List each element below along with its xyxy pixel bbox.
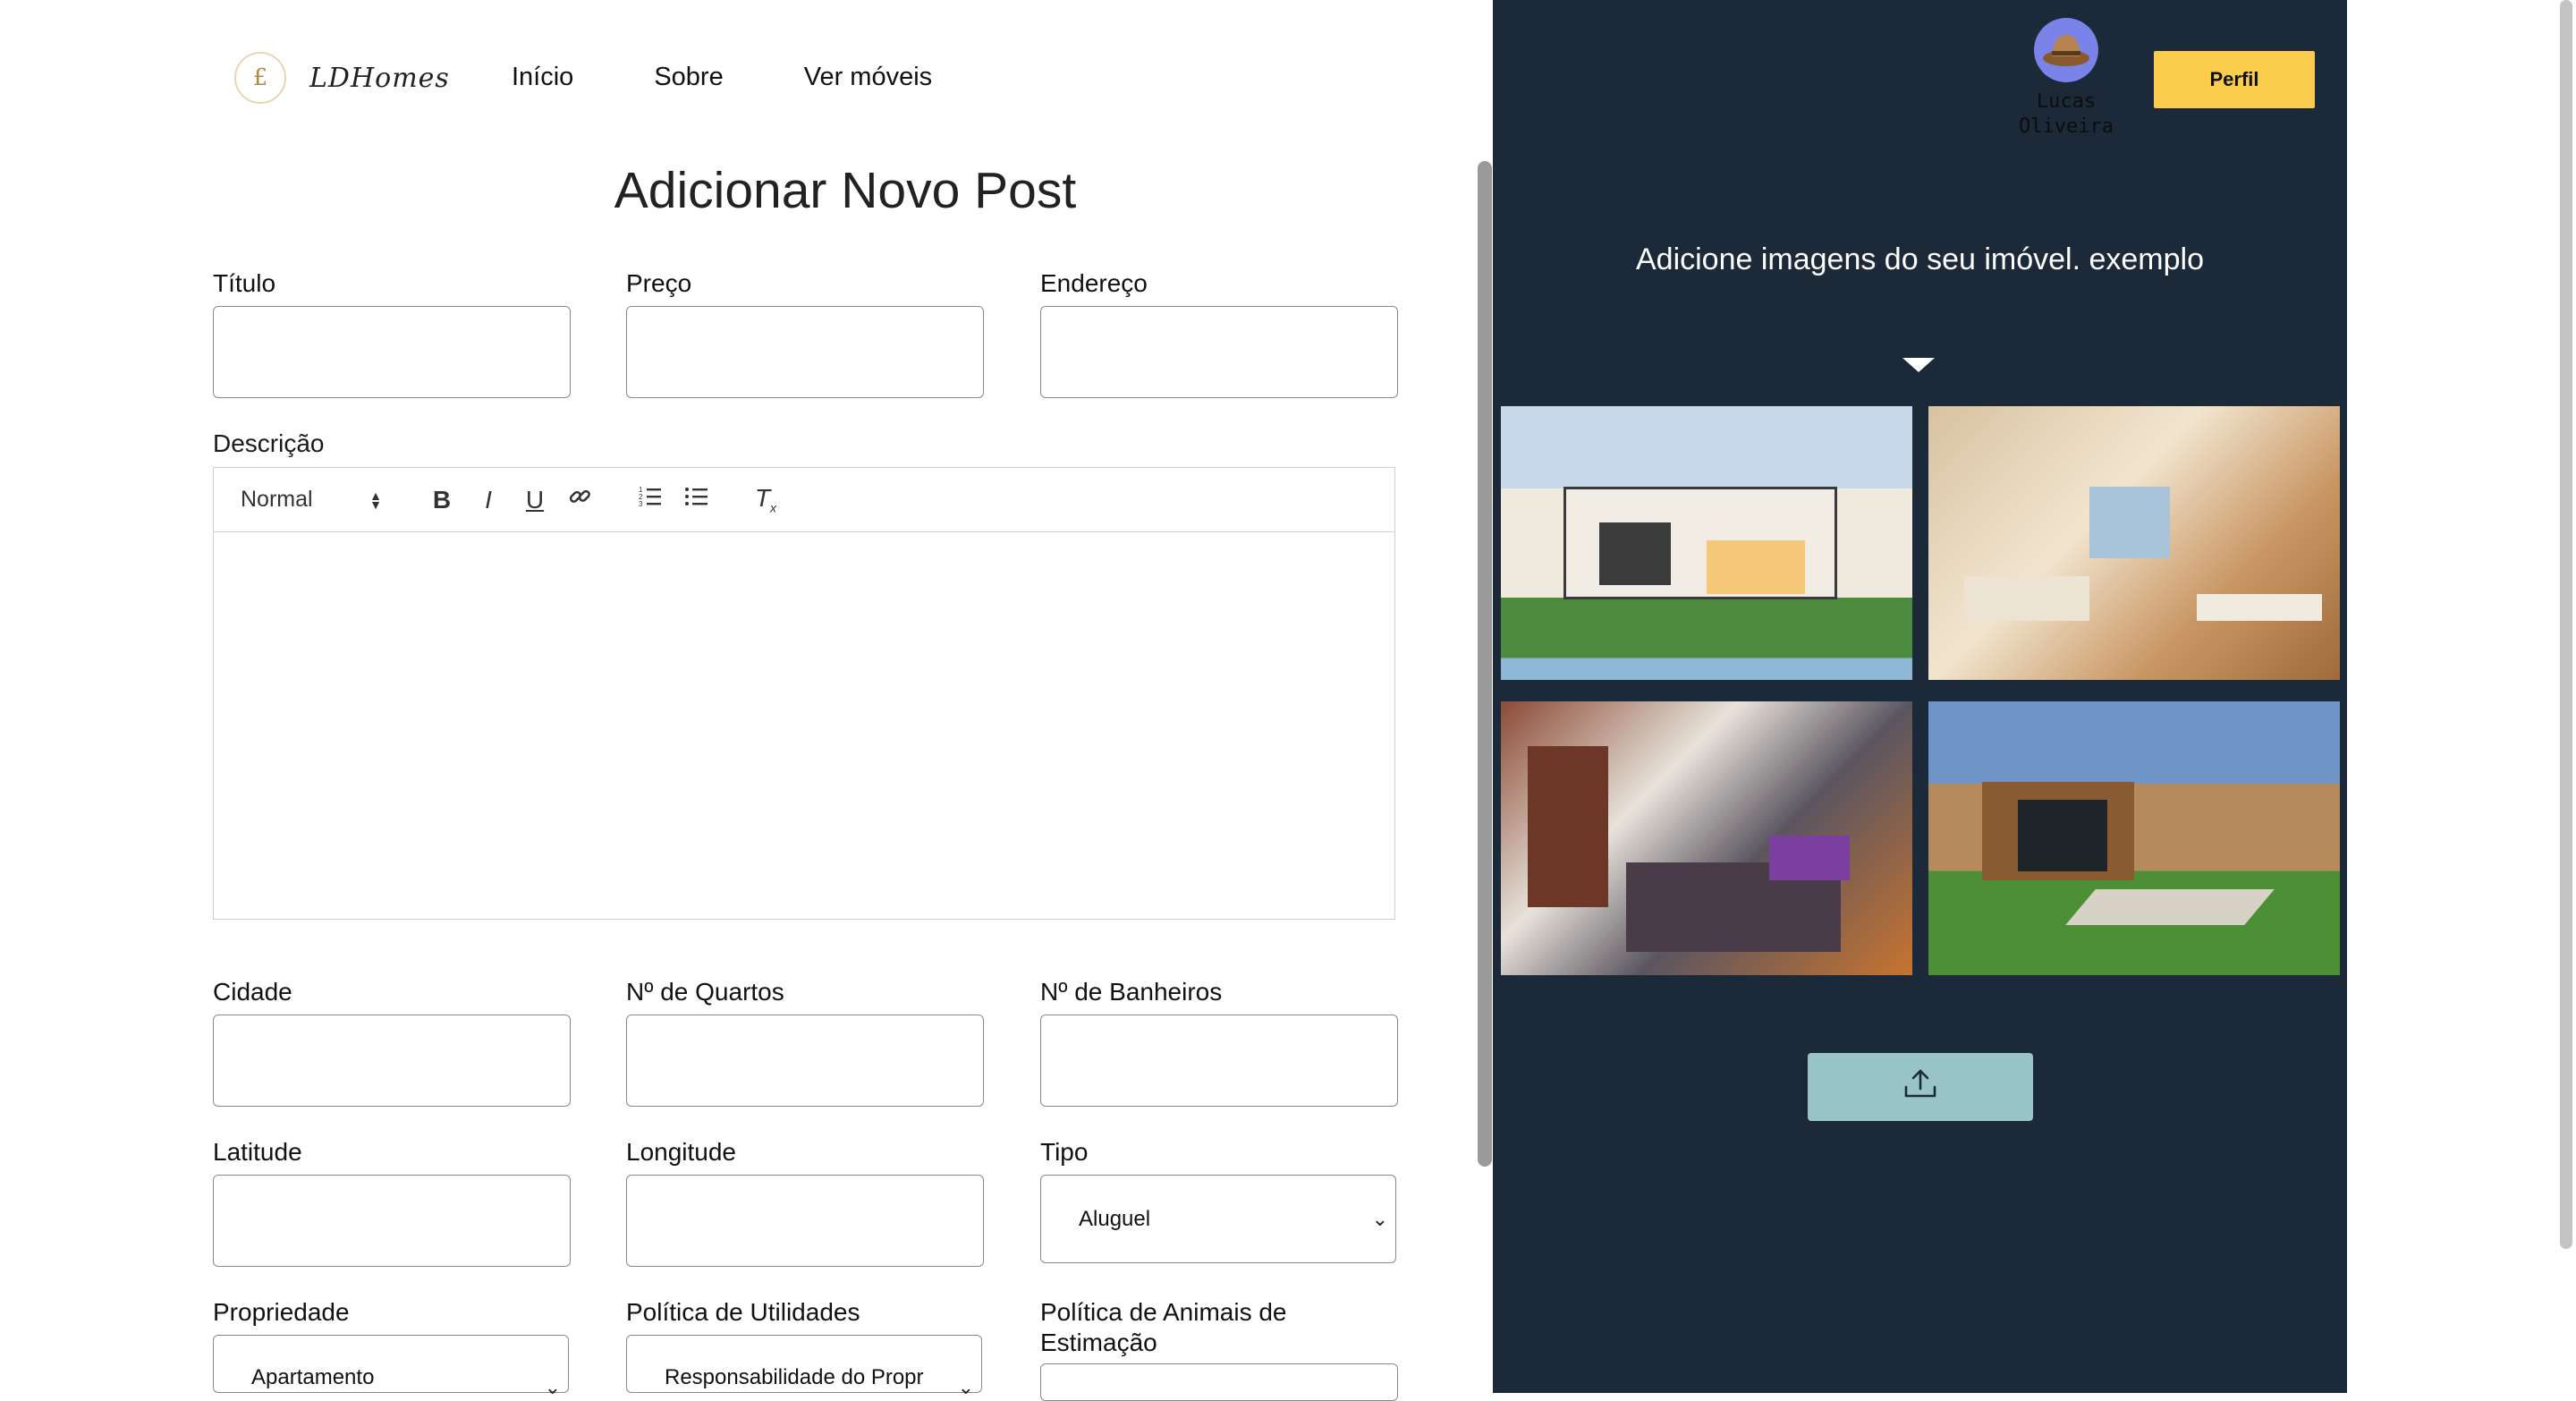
quartos-input[interactable]: [626, 1015, 984, 1107]
utilidades-select[interactable]: Responsabilidade do Propr ⌄: [626, 1335, 982, 1398]
example-interior-image: [1501, 701, 1912, 975]
utilidades-select-value: Responsabilidade do Propr: [665, 1364, 924, 1389]
descricao-label: Descrição: [213, 429, 325, 457]
endereco-label: Endereço: [1040, 269, 1148, 297]
format-select-value: Normal: [241, 487, 313, 512]
page-title: Adicionar Novo Post: [614, 162, 1077, 219]
banheiros-input[interactable]: [1040, 1015, 1398, 1107]
hat-avatar-icon[interactable]: [2034, 18, 2098, 82]
italic-icon[interactable]: I: [477, 486, 500, 514]
cidade-field: Cidade: [213, 977, 571, 1107]
propriedade-label: Propriedade: [213, 1298, 350, 1326]
form-scrollbar[interactable]: [1478, 161, 1492, 1167]
svg-text:3: 3: [639, 500, 643, 508]
user-name: Lucas Oliveira: [2019, 90, 2114, 138]
longitude-input[interactable]: [626, 1175, 984, 1267]
nav-item-inicio[interactable]: Início: [512, 63, 573, 92]
tipo-select-value: Aluguel: [1079, 1206, 1151, 1231]
titulo-input[interactable]: [213, 306, 571, 398]
chevron-down-icon: ⌄: [544, 1376, 561, 1398]
brand-name: LDHomes: [309, 62, 450, 94]
utilidades-field: Política de Utilidades Responsabilidade …: [626, 1297, 984, 1398]
longitude-label: Longitude: [626, 1138, 737, 1166]
cidade-label: Cidade: [213, 978, 292, 1006]
banheiros-field: Nº de Banheiros: [1040, 977, 1398, 1107]
utilidades-label: Política de Utilidades: [626, 1298, 860, 1326]
ordered-list-icon[interactable]: 123: [638, 485, 661, 514]
quartos-field: Nº de Quartos: [626, 977, 984, 1107]
nav-item-ver-moveis[interactable]: Ver móveis: [804, 63, 932, 92]
endereco-input[interactable]: [1040, 306, 1398, 398]
link-icon[interactable]: [568, 485, 591, 514]
animais-select[interactable]: [1040, 1363, 1398, 1401]
upload-button[interactable]: [1808, 1053, 2033, 1121]
example-garden-room-image: [1928, 701, 2340, 975]
tipo-label: Tipo: [1040, 1138, 1089, 1166]
propriedade-field: Propriedade Apartamento ⌄: [213, 1297, 571, 1398]
propriedade-select-value: Apartamento: [251, 1364, 375, 1389]
quartos-label: Nº de Quartos: [626, 978, 784, 1006]
chevron-down-icon: ⌄: [957, 1376, 974, 1398]
clear-format-icon[interactable]: Tx: [754, 484, 777, 515]
caret-down-icon: [1902, 358, 1935, 372]
latitude-input[interactable]: [213, 1175, 571, 1267]
profile-button[interactable]: Perfil: [2154, 51, 2315, 108]
titulo-field: Título: [213, 268, 571, 398]
banheiros-label: Nº de Banheiros: [1040, 978, 1223, 1006]
editor-toolbar: Normal ▲ ▼ B I U 123 Tx: [214, 468, 1394, 532]
chevron-down-icon: ⌄: [1371, 1207, 1388, 1230]
longitude-field: Longitude: [626, 1137, 984, 1267]
preco-field: Preço: [626, 268, 984, 398]
nav-item-sobre[interactable]: Sobre: [654, 63, 723, 92]
descricao-editor[interactable]: Normal ▲ ▼ B I U 123 Tx: [213, 467, 1395, 920]
preco-input[interactable]: [626, 306, 984, 398]
titulo-label: Título: [213, 269, 276, 297]
bold-icon[interactable]: B: [430, 486, 453, 514]
latitude-label: Latitude: [213, 1138, 302, 1166]
animais-label: Política de Animais de Estimação: [1040, 1298, 1287, 1356]
tipo-select[interactable]: Aluguel ⌄: [1040, 1175, 1396, 1263]
bullet-list-icon[interactable]: [684, 485, 708, 514]
animais-field: Política de Animais de Estimação: [1040, 1297, 1398, 1401]
brand-logo[interactable]: £ LDHomes: [234, 52, 450, 104]
main-nav: Início Sobre Ver móveis: [512, 63, 1013, 92]
tipo-field: Tipo Aluguel ⌄: [1040, 1137, 1398, 1263]
format-select[interactable]: Normal ▲ ▼: [241, 487, 382, 513]
endereco-field: Endereço: [1040, 268, 1398, 398]
cidade-input[interactable]: [213, 1015, 571, 1107]
upload-icon: [1902, 1067, 1938, 1108]
upload-instructions: Adicione imagens do seu imóvel. exemplo: [1635, 242, 2204, 276]
page-scrollbar[interactable]: [2560, 0, 2572, 1249]
latitude-field: Latitude: [213, 1137, 571, 1267]
underline-icon[interactable]: U: [523, 486, 547, 514]
select-arrows-icon: ▲ ▼: [369, 488, 382, 512]
logo-mark: £: [234, 52, 286, 104]
preco-label: Preço: [626, 269, 692, 297]
propriedade-select[interactable]: Apartamento ⌄: [213, 1335, 569, 1398]
example-living-room-image: [1928, 406, 2340, 680]
example-house-image: [1501, 406, 1912, 680]
image-panel: [1493, 0, 2347, 1393]
